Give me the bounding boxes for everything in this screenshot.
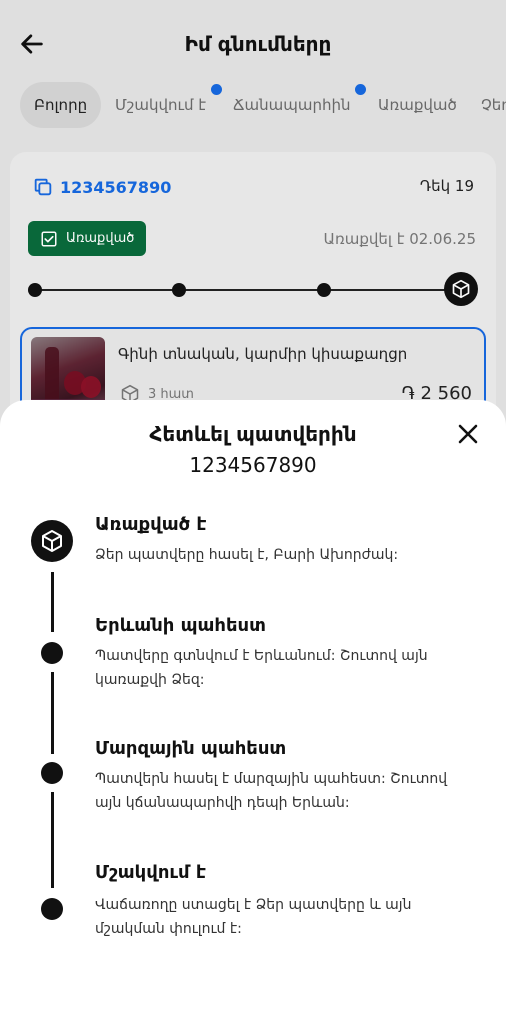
timeline-dot [41,898,63,920]
step-title: Երևանի պահեստ [95,615,266,636]
tracking-bottom-sheet: Հետևել պատվերին 1234567890 Առաքված է Ձեր… [0,400,506,1026]
timeline-dot [41,762,63,784]
timeline-connector [51,572,54,632]
step-description: Ձեր պատվերը հասել է, Բարի Ախորժակ: [95,547,399,563]
timeline-dot [41,642,63,664]
timeline-connector [51,672,54,754]
tracking-timeline: Առաքված է Ձեր պատվերը հասել է, Բարի Ախոր… [0,400,506,1026]
step-description: Պատվերն հասել է մարզային պահեստ: Շուտով … [95,771,448,811]
timeline-connector [51,792,54,888]
box-icon [31,520,73,562]
step-title: Մշակվում է [95,862,207,883]
step-title: Մարզային պահեստ [95,738,287,759]
step-description: Վաճառողը ստացել է Ձեր պատվերը և այն մշակ… [95,897,412,937]
step-title: Առաքված է [95,514,207,535]
step-description: Պատվերը գտնվում է Երևանում: Շուտով այն կ… [95,648,428,688]
